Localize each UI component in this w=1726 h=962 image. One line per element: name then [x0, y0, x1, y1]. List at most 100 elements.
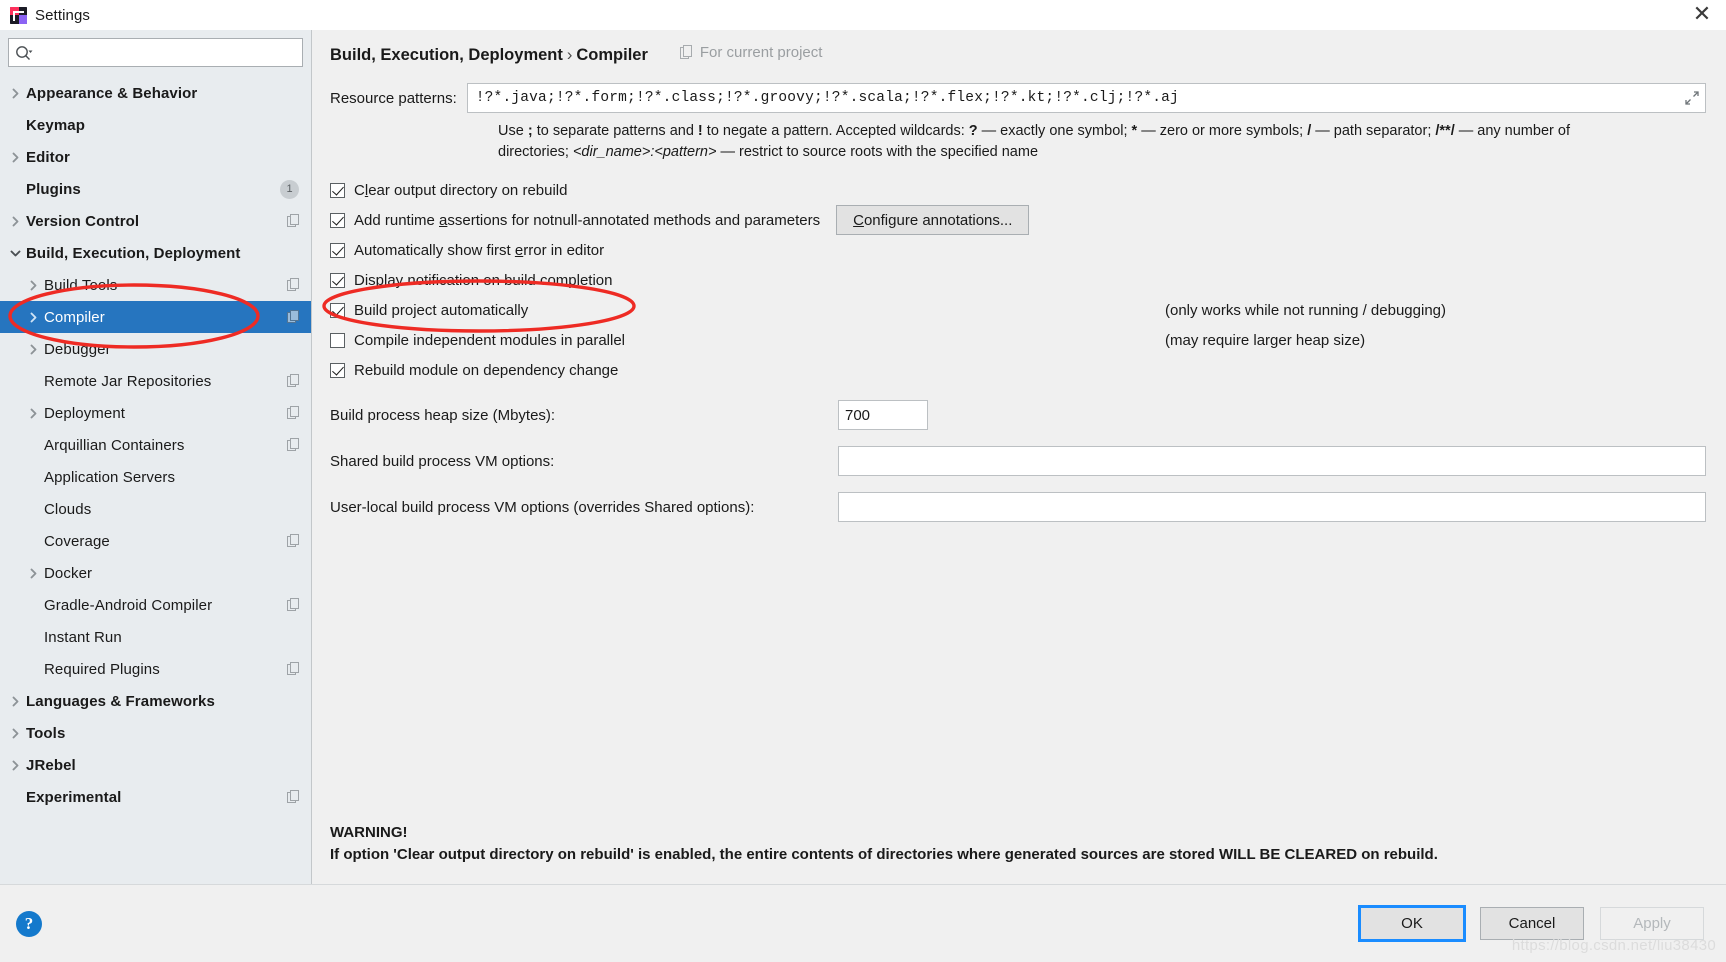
sidebar-item-jrebel[interactable]: JRebel — [0, 749, 311, 781]
display-notification-on-build-completion-checkbox[interactable] — [330, 272, 345, 288]
cancel-button[interactable]: Cancel — [1480, 907, 1584, 940]
add-runtime-assertions-label[interactable]: Add runtime assertions for notnull-annot… — [354, 212, 820, 229]
chevron-right-icon[interactable] — [22, 397, 44, 429]
label-pre: Automatically show first — [354, 241, 515, 259]
hint-dirname: <dir_name>:<pattern> — [572, 144, 717, 160]
chevron-right-icon[interactable] — [4, 141, 26, 173]
breadcrumb: Build, Execution, Deployment › Compiler — [330, 46, 648, 65]
sidebar-item-version-control[interactable]: Version Control — [0, 205, 311, 237]
sidebar-item-clouds[interactable]: Clouds — [0, 493, 311, 525]
automatically-show-first-error-label[interactable]: Automatically show first error in editor — [354, 242, 604, 259]
sidebar-item-build-tools[interactable]: Build Tools — [0, 269, 311, 301]
display-notification-on-build-completion-label[interactable]: Display notification on build completion — [354, 272, 612, 289]
resource-patterns-field[interactable] — [466, 83, 1706, 113]
chevron-right-icon[interactable] — [4, 205, 26, 237]
display-notification-on-build-completion-row: Display notification on build completion — [330, 265, 1706, 295]
sidebar-item-tools[interactable]: Tools — [0, 717, 311, 749]
hint-text: Use — [498, 123, 528, 139]
sidebar-item-languages-frameworks[interactable]: Languages & Frameworks — [0, 685, 311, 717]
sidebar-item-appearance-behavior[interactable]: Appearance & Behavior — [0, 77, 311, 109]
expand-diagonal-icon[interactable] — [1685, 91, 1699, 105]
build-project-automatically-note: (only works while not running / debuggin… — [1165, 301, 1446, 319]
warning-block: WARNING! If option 'Clear output directo… — [330, 822, 1706, 866]
hint-question: ? — [968, 123, 978, 139]
chevron-right-icon[interactable] — [22, 557, 44, 589]
userlocal-vm-options-input[interactable] — [838, 492, 1706, 522]
automatically-show-first-error-checkbox[interactable] — [330, 242, 345, 258]
chevron-right-icon[interactable] — [4, 717, 26, 749]
compile-independent-modules-in-parallel-label[interactable]: Compile independent modules in parallel — [354, 332, 625, 349]
compile-independent-modules-in-parallel-row: Compile independent modules in parallel (… — [330, 325, 1706, 355]
chevron-right-icon[interactable] — [22, 269, 44, 301]
sidebar-item-arquillian-containers[interactable]: Arquillian Containers — [0, 429, 311, 461]
chevron-right-icon[interactable] — [4, 685, 26, 717]
sidebar-item-gradle-android-compiler[interactable]: Gradle-Android Compiler — [0, 589, 311, 621]
chevron-right-icon[interactable] — [4, 77, 26, 109]
sidebar-item-label: Debugger — [44, 340, 111, 358]
sidebar-item-label: Build, Execution, Deployment — [26, 244, 241, 262]
heap-size-label: Build process heap size (Mbytes): — [330, 406, 556, 424]
build-project-automatically-label[interactable]: Build project automatically — [354, 302, 528, 319]
settings-tree: Appearance & Behavior Keymap Editor Plugins… — [0, 75, 311, 884]
chevron-down-icon[interactable] — [4, 237, 26, 269]
sidebar-item-instant-run[interactable]: Instant Run — [0, 621, 311, 653]
clear-output-directory-on-rebuild-label[interactable]: Clear output directory on rebuild — [354, 182, 567, 199]
heap-size-input[interactable] — [838, 400, 928, 430]
search-input[interactable] — [35, 39, 296, 66]
close-icon[interactable]: ✕ — [1690, 3, 1714, 27]
sidebar-item-label: Required Plugins — [44, 660, 160, 678]
compiler-options-list: Clear output directory on rebuild Add run… — [330, 175, 1706, 385]
configure-annotations-mnemonic: C — [853, 211, 864, 229]
add-runtime-assertions-checkbox[interactable] — [330, 212, 345, 228]
sidebar-item-debugger[interactable]: Debugger — [0, 333, 311, 365]
sidebar-item-editor[interactable]: Editor — [0, 141, 311, 173]
sidebar-item-label: Keymap — [26, 116, 85, 134]
hint-globstar: /**/ — [1435, 123, 1455, 139]
project-scope-icon — [287, 278, 301, 292]
sidebar-item-compiler[interactable]: Compiler — [0, 301, 311, 333]
sidebar-item-experimental[interactable]: Experimental — [0, 781, 311, 813]
chevron-right-icon[interactable] — [22, 301, 44, 333]
resource-patterns-label: Resource patterns: — [330, 89, 457, 107]
chevron-right-icon[interactable] — [22, 333, 44, 365]
clear-output-directory-on-rebuild-checkbox[interactable] — [330, 182, 345, 198]
shared-vm-options-input[interactable] — [838, 446, 1706, 476]
sidebar-item-label: Languages & Frameworks — [26, 692, 215, 710]
help-icon[interactable]: ? — [16, 910, 42, 937]
sidebar-item-label: Experimental — [26, 788, 122, 806]
search-box[interactable] — [8, 38, 303, 67]
label-post: rror in editor — [523, 241, 605, 259]
rebuild-module-on-dependency-change-label[interactable]: Rebuild module on dependency change — [354, 362, 618, 379]
build-project-automatically-row: Build project automatically (only works w… — [330, 295, 1706, 325]
sidebar-item-docker[interactable]: Docker — [0, 557, 311, 589]
compile-independent-modules-in-parallel-note: (may require larger heap size) — [1165, 331, 1366, 349]
sidebar-item-remote-jar-repositories[interactable]: Remote Jar Repositories — [0, 365, 311, 397]
sidebar-item-deployment[interactable]: Deployment — [0, 397, 311, 429]
project-scope-icon — [679, 45, 694, 60]
chevron-right-icon[interactable] — [4, 749, 26, 781]
sidebar-item-label: Editor — [26, 148, 70, 166]
breadcrumb-current: Compiler — [576, 46, 648, 64]
sidebar-item-label: Deployment — [44, 404, 126, 422]
configure-annotations-button[interactable]: Configure annotations... — [836, 205, 1030, 235]
search-icon — [15, 44, 35, 62]
project-scope-icon — [287, 310, 301, 324]
hint-text: to negate a pattern. Accepted wildcards: — [702, 123, 969, 139]
rebuild-module-on-dependency-change-checkbox[interactable] — [330, 362, 345, 378]
ok-button[interactable]: OK — [1358, 905, 1466, 942]
title-bar: Settings ✕ — [0, 0, 1726, 30]
resource-patterns-input[interactable] — [473, 89, 1679, 107]
rebuild-module-on-dependency-change-row: Rebuild module on dependency change — [330, 355, 1706, 385]
sidebar-item-coverage[interactable]: Coverage — [0, 525, 311, 557]
settings-main-panel: Build, Execution, Deployment › Compiler Fo… — [312, 30, 1726, 884]
sidebar-item-required-plugins[interactable]: Required Plugins — [0, 653, 311, 685]
sidebar-item-label: Clouds — [44, 500, 92, 518]
sidebar-item-build-execution-deployment[interactable]: Build, Execution, Deployment — [0, 237, 311, 269]
compile-independent-modules-in-parallel-checkbox[interactable] — [330, 332, 345, 348]
build-project-automatically-checkbox[interactable] — [330, 302, 345, 318]
sidebar-item-application-servers[interactable]: Application Servers — [0, 461, 311, 493]
sidebar-item-keymap[interactable]: Keymap — [0, 109, 311, 141]
sidebar-item-label: Instant Run — [44, 628, 122, 646]
sidebar-item-plugins[interactable]: Plugins 1 — [0, 173, 311, 205]
label-pre: Compile independent modules in parallel — [354, 331, 626, 349]
